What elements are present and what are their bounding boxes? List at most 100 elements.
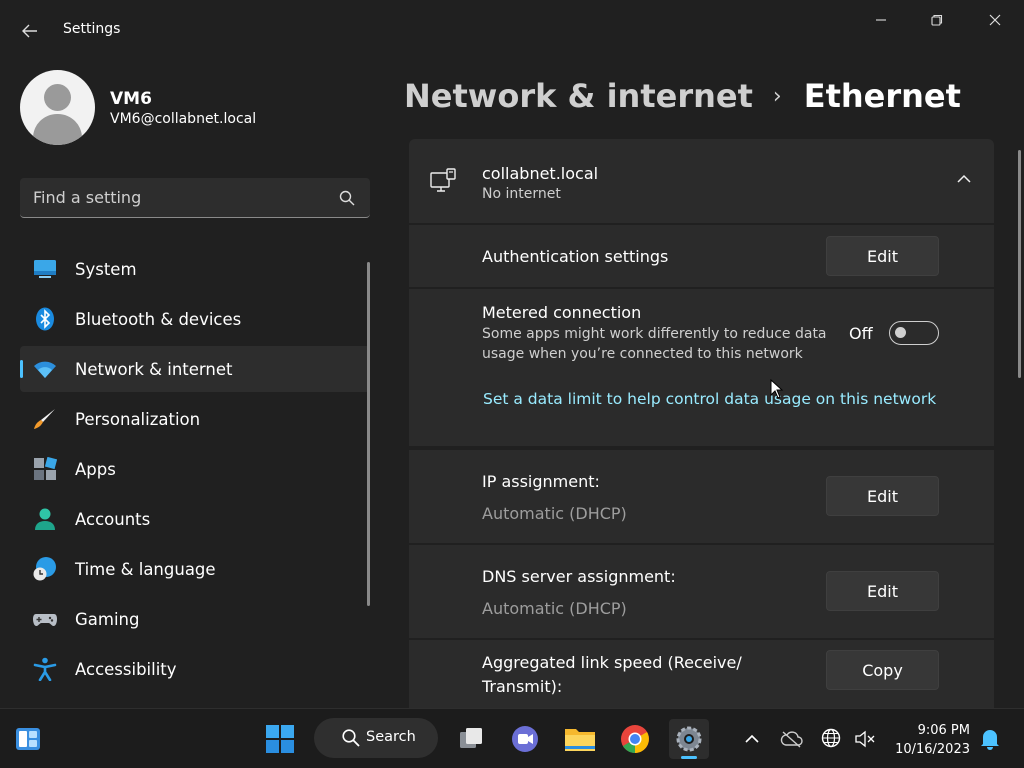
page-title: Ethernet xyxy=(803,77,961,115)
avatar-head xyxy=(44,84,71,111)
metered-description-line2: usage when you’re connected to this netw… xyxy=(482,346,803,362)
start-button[interactable] xyxy=(260,719,300,759)
chrome-button[interactable] xyxy=(615,719,655,759)
widgets-icon xyxy=(16,728,40,750)
onedrive-icon xyxy=(780,731,803,748)
back-arrow-icon xyxy=(22,24,37,38)
user-email: VM6@collabnet.local xyxy=(110,111,257,127)
avatar[interactable] xyxy=(20,70,95,145)
user-name: VM6 xyxy=(110,89,152,109)
avatar-body xyxy=(33,114,82,145)
authentication-settings-row: Authentication settings Edit xyxy=(409,225,994,287)
settings-search[interactable] xyxy=(20,178,370,218)
widgets-button[interactable] xyxy=(8,719,48,759)
chevron-right-icon: › xyxy=(772,83,782,109)
back-button[interactable] xyxy=(14,16,46,46)
start-icon xyxy=(266,725,294,753)
teams-chat-button[interactable] xyxy=(505,719,545,759)
app-title: Settings xyxy=(63,21,121,37)
ip-edit-button[interactable]: Edit xyxy=(826,476,939,516)
file-explorer-button[interactable] xyxy=(560,719,600,759)
network-card-header[interactable]: collabnet.local No internet xyxy=(409,139,994,223)
wifi-icon xyxy=(34,361,56,378)
link-speed-row: Aggregated link speed (Receive/ Transmit… xyxy=(409,640,994,708)
settings-taskbar-button[interactable] xyxy=(669,719,709,759)
sidebar-item-apps[interactable]: Apps xyxy=(20,446,370,492)
main-scrollbar[interactable] xyxy=(1018,150,1021,378)
chevron-up-icon xyxy=(745,734,759,743)
chrome-icon xyxy=(621,725,649,753)
sidebar-item-label: Accounts xyxy=(75,509,151,529)
sidebar-item-label: Network & internet xyxy=(75,359,233,379)
chevron-up-icon[interactable] xyxy=(954,169,974,189)
taskbar-clock[interactable]: 9:06 PM 10/16/2023 xyxy=(895,721,970,759)
restore-icon xyxy=(931,14,943,26)
dns-edit-button[interactable]: Edit xyxy=(826,571,939,611)
metered-toggle-state: Off xyxy=(849,324,873,343)
ethernet-icon xyxy=(430,168,456,192)
teams-chat-icon xyxy=(512,726,538,752)
sidebar-item-accounts[interactable]: Accounts xyxy=(20,496,370,542)
ip-assignment-label: IP assignment: xyxy=(482,472,600,491)
ip-assignment-row: IP assignment: Automatic (DHCP) Edit xyxy=(409,450,994,543)
sidebar-item-gaming[interactable]: Gaming xyxy=(20,596,370,642)
link-speed-copy-button[interactable]: Copy xyxy=(826,650,939,690)
notifications-button[interactable] xyxy=(970,719,1010,759)
system-icon xyxy=(34,260,56,278)
authentication-settings-label: Authentication settings xyxy=(482,247,669,266)
sidebar-nav: System Bluetooth & devices Network & int… xyxy=(20,246,370,696)
search-icon[interactable] xyxy=(338,189,356,207)
taskbar-search[interactable]: Search xyxy=(314,718,438,758)
sidebar-item-label: System xyxy=(75,259,137,279)
sidebar-item-label: Apps xyxy=(75,459,116,479)
apps-icon xyxy=(34,457,57,480)
notification-bell-icon xyxy=(981,730,999,750)
network-name: collabnet.local xyxy=(482,164,599,183)
data-limit-link[interactable]: Set a data limit to help control data us… xyxy=(483,390,936,408)
metered-connection-row: Metered connection Some apps might work … xyxy=(409,289,994,446)
sidebar-item-bluetooth[interactable]: Bluetooth & devices xyxy=(20,296,370,342)
close-button[interactable] xyxy=(972,6,1018,34)
mouse-cursor-icon xyxy=(770,379,784,399)
authentication-edit-button[interactable]: Edit xyxy=(826,236,939,276)
clock-date: 10/16/2023 xyxy=(895,742,970,757)
title-bar: Settings xyxy=(0,0,1024,62)
taskbar-search-label: Search xyxy=(366,729,416,745)
sidebar-item-system[interactable]: System xyxy=(20,246,370,292)
minimize-icon xyxy=(876,19,886,21)
search-input[interactable] xyxy=(33,178,333,216)
sidebar-item-label: Time & language xyxy=(75,559,216,579)
sidebar-item-label: Gaming xyxy=(75,609,140,629)
sidebar-item-accessibility[interactable]: Accessibility xyxy=(20,646,370,692)
volume-muted-icon xyxy=(855,730,875,748)
time-language-icon xyxy=(33,557,56,581)
restore-button[interactable] xyxy=(914,6,960,34)
dns-assignment-value: Automatic (DHCP) xyxy=(482,599,627,618)
breadcrumb: Network & internet › Ethernet xyxy=(404,74,961,118)
sidebar-item-personalization[interactable]: Personalization xyxy=(20,396,370,442)
metered-description-line1: Some apps might work differently to redu… xyxy=(482,326,827,342)
sidebar-item-label: Personalization xyxy=(75,409,201,429)
brush-icon xyxy=(34,409,55,429)
breadcrumb-parent[interactable]: Network & internet xyxy=(404,77,753,115)
metered-connection-toggle[interactable] xyxy=(889,321,939,345)
link-speed-label-line2: Transmit): xyxy=(482,677,563,696)
file-explorer-icon xyxy=(565,729,595,751)
task-view-button[interactable] xyxy=(451,719,491,759)
accessibility-icon xyxy=(33,657,57,681)
settings-icon xyxy=(676,726,702,752)
network-icon xyxy=(821,728,841,748)
sidebar-item-network[interactable]: Network & internet xyxy=(20,346,370,392)
task-view-icon xyxy=(460,728,482,748)
accounts-icon xyxy=(35,508,55,530)
onedrive-button[interactable] xyxy=(772,719,812,759)
minimize-button[interactable] xyxy=(858,6,904,34)
search-icon xyxy=(342,729,360,747)
volume-button[interactable] xyxy=(845,719,885,759)
clock-time: 9:06 PM xyxy=(917,723,970,738)
show-hidden-icons-button[interactable] xyxy=(732,719,772,759)
dns-assignment-row: DNS server assignment: Automatic (DHCP) … xyxy=(409,545,994,638)
sidebar-item-time-language[interactable]: Time & language xyxy=(20,546,370,592)
sidebar-scrollbar[interactable] xyxy=(367,262,370,606)
taskbar: Search 9:06 PM 10/16/2023 xyxy=(0,708,1024,768)
